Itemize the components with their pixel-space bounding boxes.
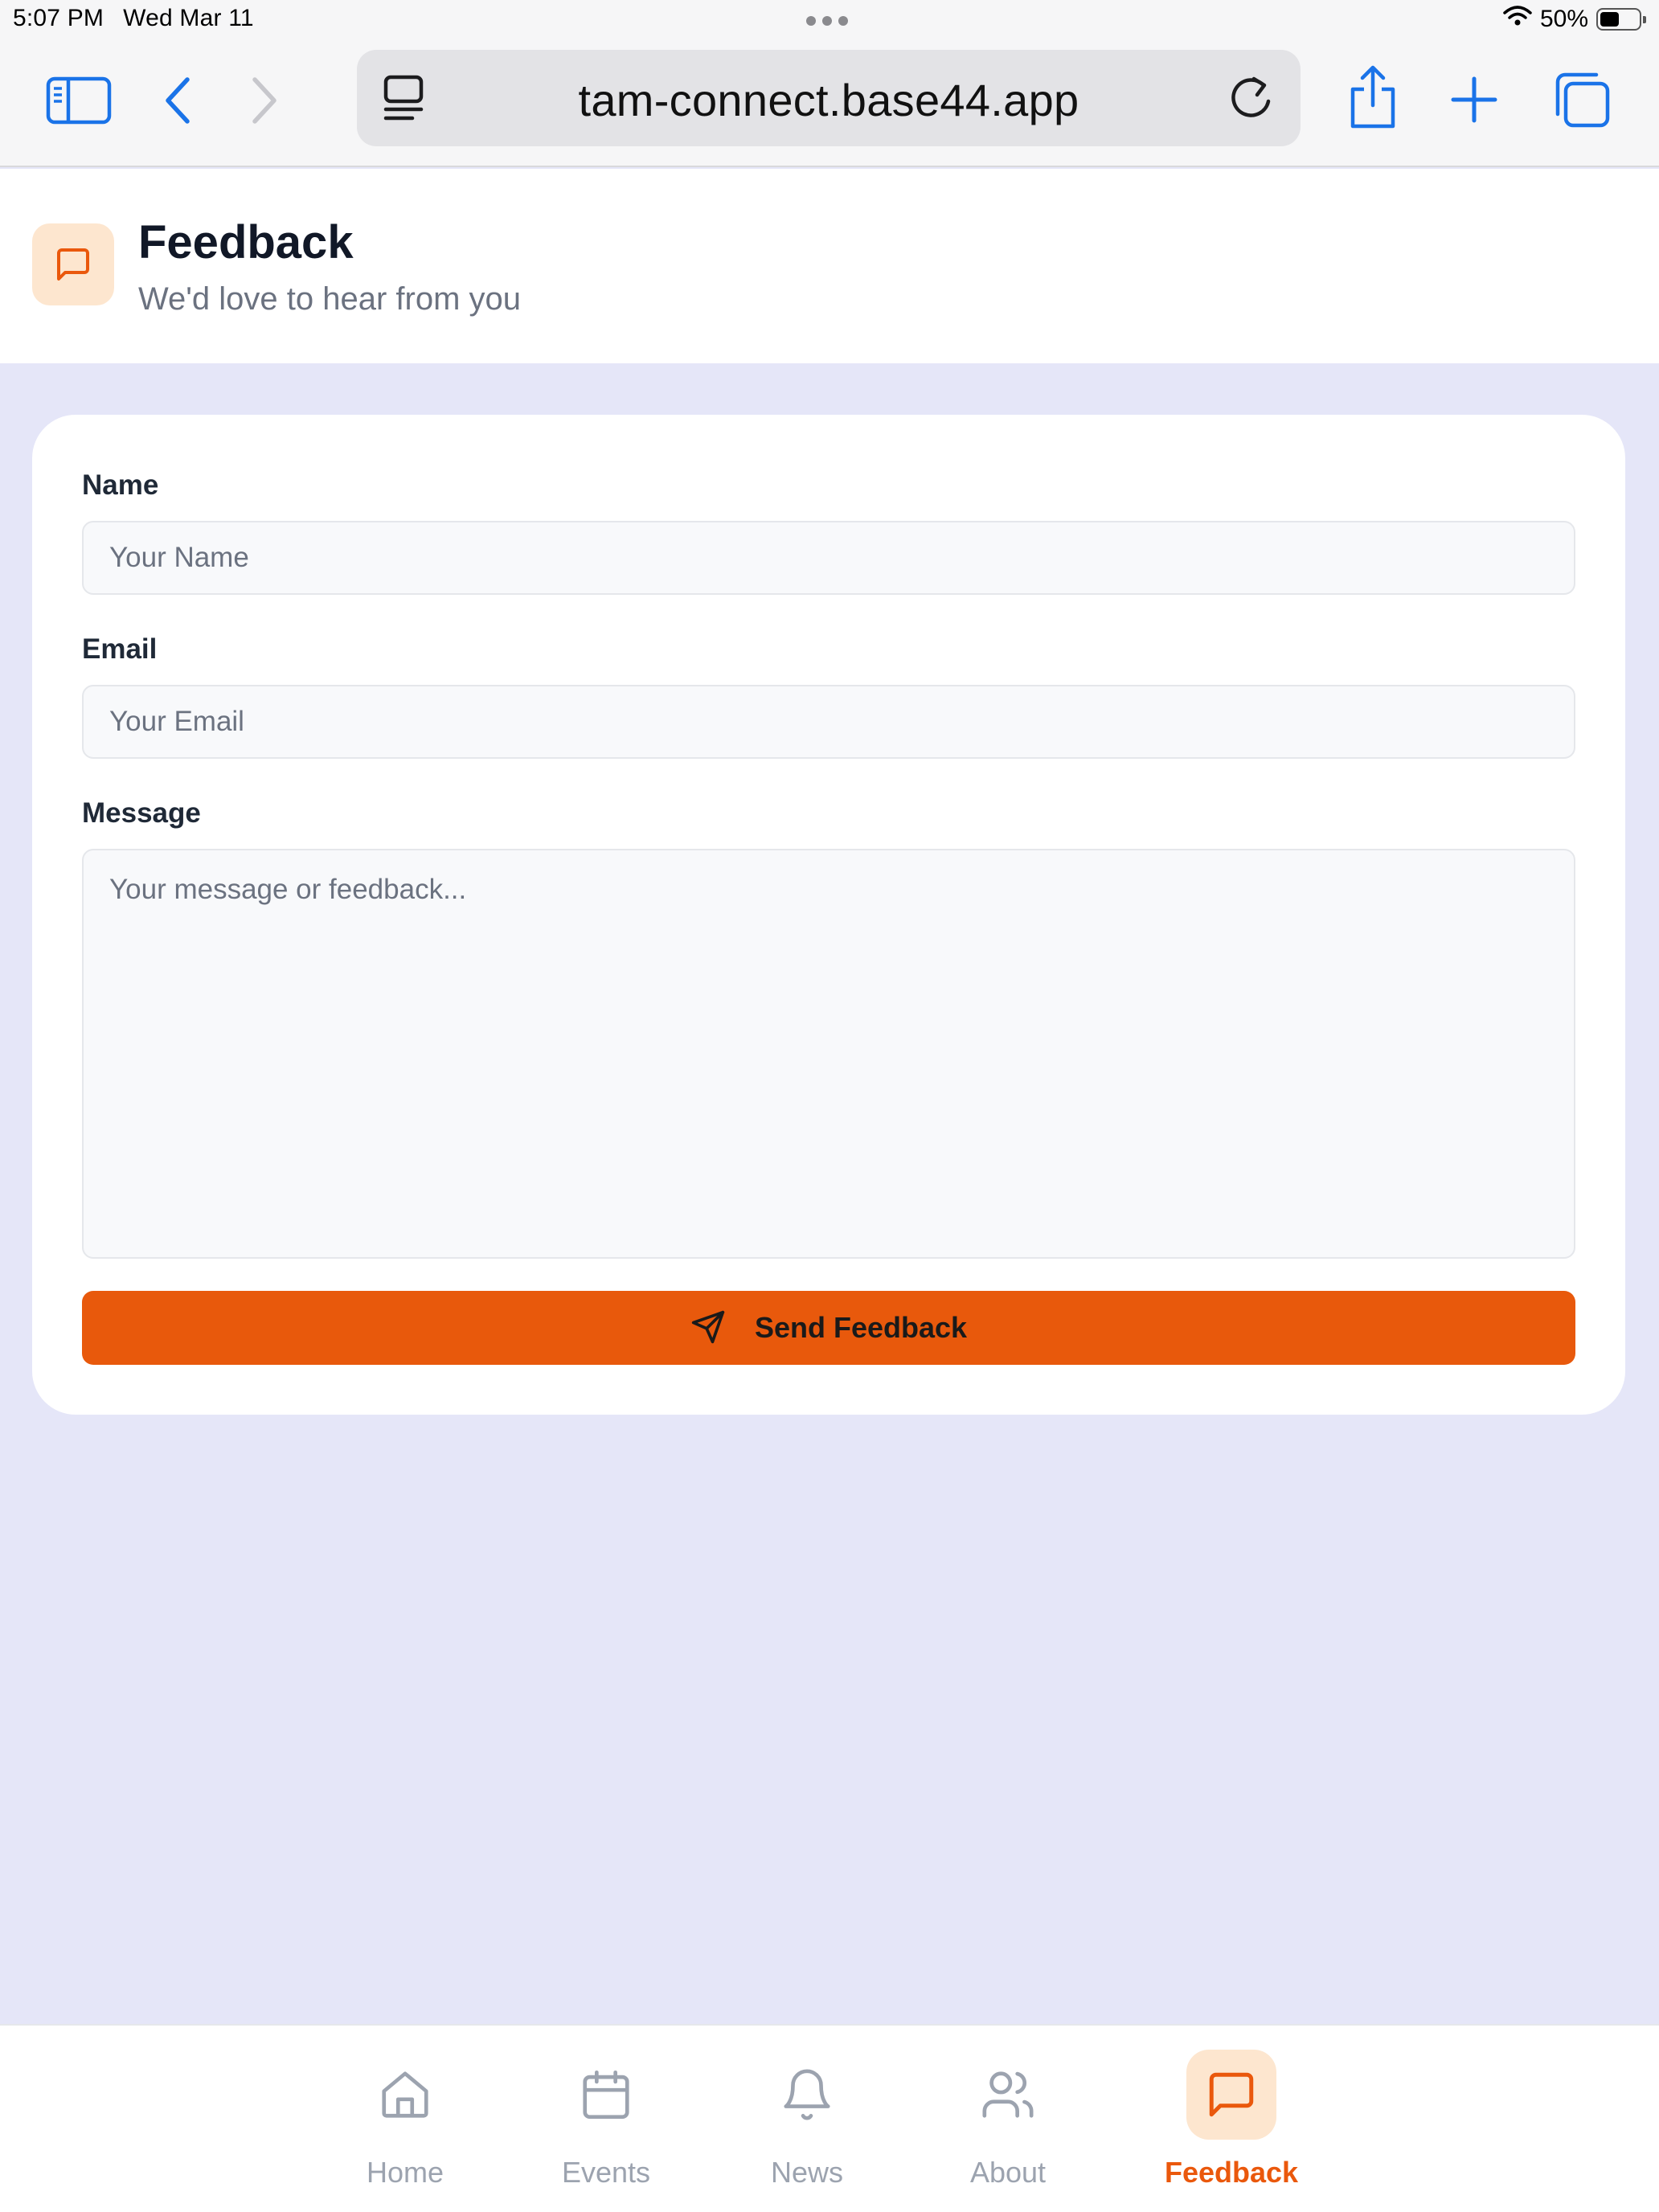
new-tab-icon[interactable]	[1448, 74, 1500, 125]
send-feedback-button[interactable]: Send Feedback	[82, 1291, 1575, 1365]
nav-label-about: About	[969, 2156, 1047, 2189]
sidebar-icon[interactable]	[45, 72, 113, 129]
nav-label-home: Home	[366, 2156, 444, 2189]
message-square-icon	[1186, 2050, 1276, 2140]
send-button-label: Send Feedback	[754, 1311, 968, 1344]
bottom-nav: Home Events News About Feedback	[0, 2024, 1659, 2212]
feedback-form-card: Name Email Message Send Feedback	[32, 415, 1625, 1415]
email-input[interactable]	[82, 685, 1575, 759]
page-subtitle: We'd love to hear from you	[138, 281, 522, 317]
wifi-icon	[1503, 5, 1532, 34]
users-icon	[963, 2050, 1053, 2140]
send-icon	[690, 1309, 726, 1347]
url-text[interactable]: tam-connect.base44.app	[357, 74, 1301, 126]
reload-icon[interactable]	[1228, 74, 1276, 122]
message-label: Message	[82, 797, 201, 829]
nav-label-feedback: Feedback	[1164, 2156, 1299, 2189]
status-indicators: 50%	[1503, 5, 1646, 34]
browser-toolbar: tam-connect.base44.app	[0, 40, 1659, 167]
nav-item-feedback[interactable]: Feedback	[1143, 2050, 1320, 2202]
nav-item-news[interactable]: News	[719, 2050, 895, 2202]
address-bar[interactable]: tam-connect.base44.app	[357, 50, 1301, 146]
share-icon[interactable]	[1344, 61, 1402, 133]
bell-icon	[762, 2050, 852, 2140]
nav-item-about[interactable]: About	[920, 2050, 1096, 2202]
battery-percent: 50%	[1539, 6, 1588, 32]
calendar-icon	[561, 2050, 651, 2140]
name-label: Name	[82, 469, 159, 501]
status-time-date: 5:07 PM Wed Mar 11	[13, 5, 273, 32]
name-input[interactable]	[82, 521, 1575, 595]
page-header: Feedback We'd love to hear from you	[0, 169, 1659, 363]
tabs-icon[interactable]	[1550, 68, 1614, 132]
nav-label-news: News	[770, 2156, 844, 2189]
message-textarea[interactable]	[82, 849, 1575, 1259]
page-title: Feedback	[138, 216, 354, 268]
email-label: Email	[82, 633, 158, 665]
forward-icon[interactable]	[244, 72, 285, 129]
multitasking-dots[interactable]	[806, 16, 848, 26]
status-date: Wed Mar 11	[123, 5, 254, 31]
message-square-icon	[32, 223, 114, 305]
status-time: 5:07 PM	[13, 5, 104, 31]
home-icon	[360, 2050, 450, 2140]
nav-item-home[interactable]: Home	[317, 2050, 494, 2202]
status-bar: 5:07 PM Wed Mar 11 50%	[0, 0, 1659, 40]
battery-icon	[1596, 8, 1646, 31]
nav-item-events[interactable]: Events	[518, 2050, 694, 2202]
back-icon[interactable]	[158, 72, 198, 129]
nav-label-events: Events	[561, 2156, 651, 2189]
